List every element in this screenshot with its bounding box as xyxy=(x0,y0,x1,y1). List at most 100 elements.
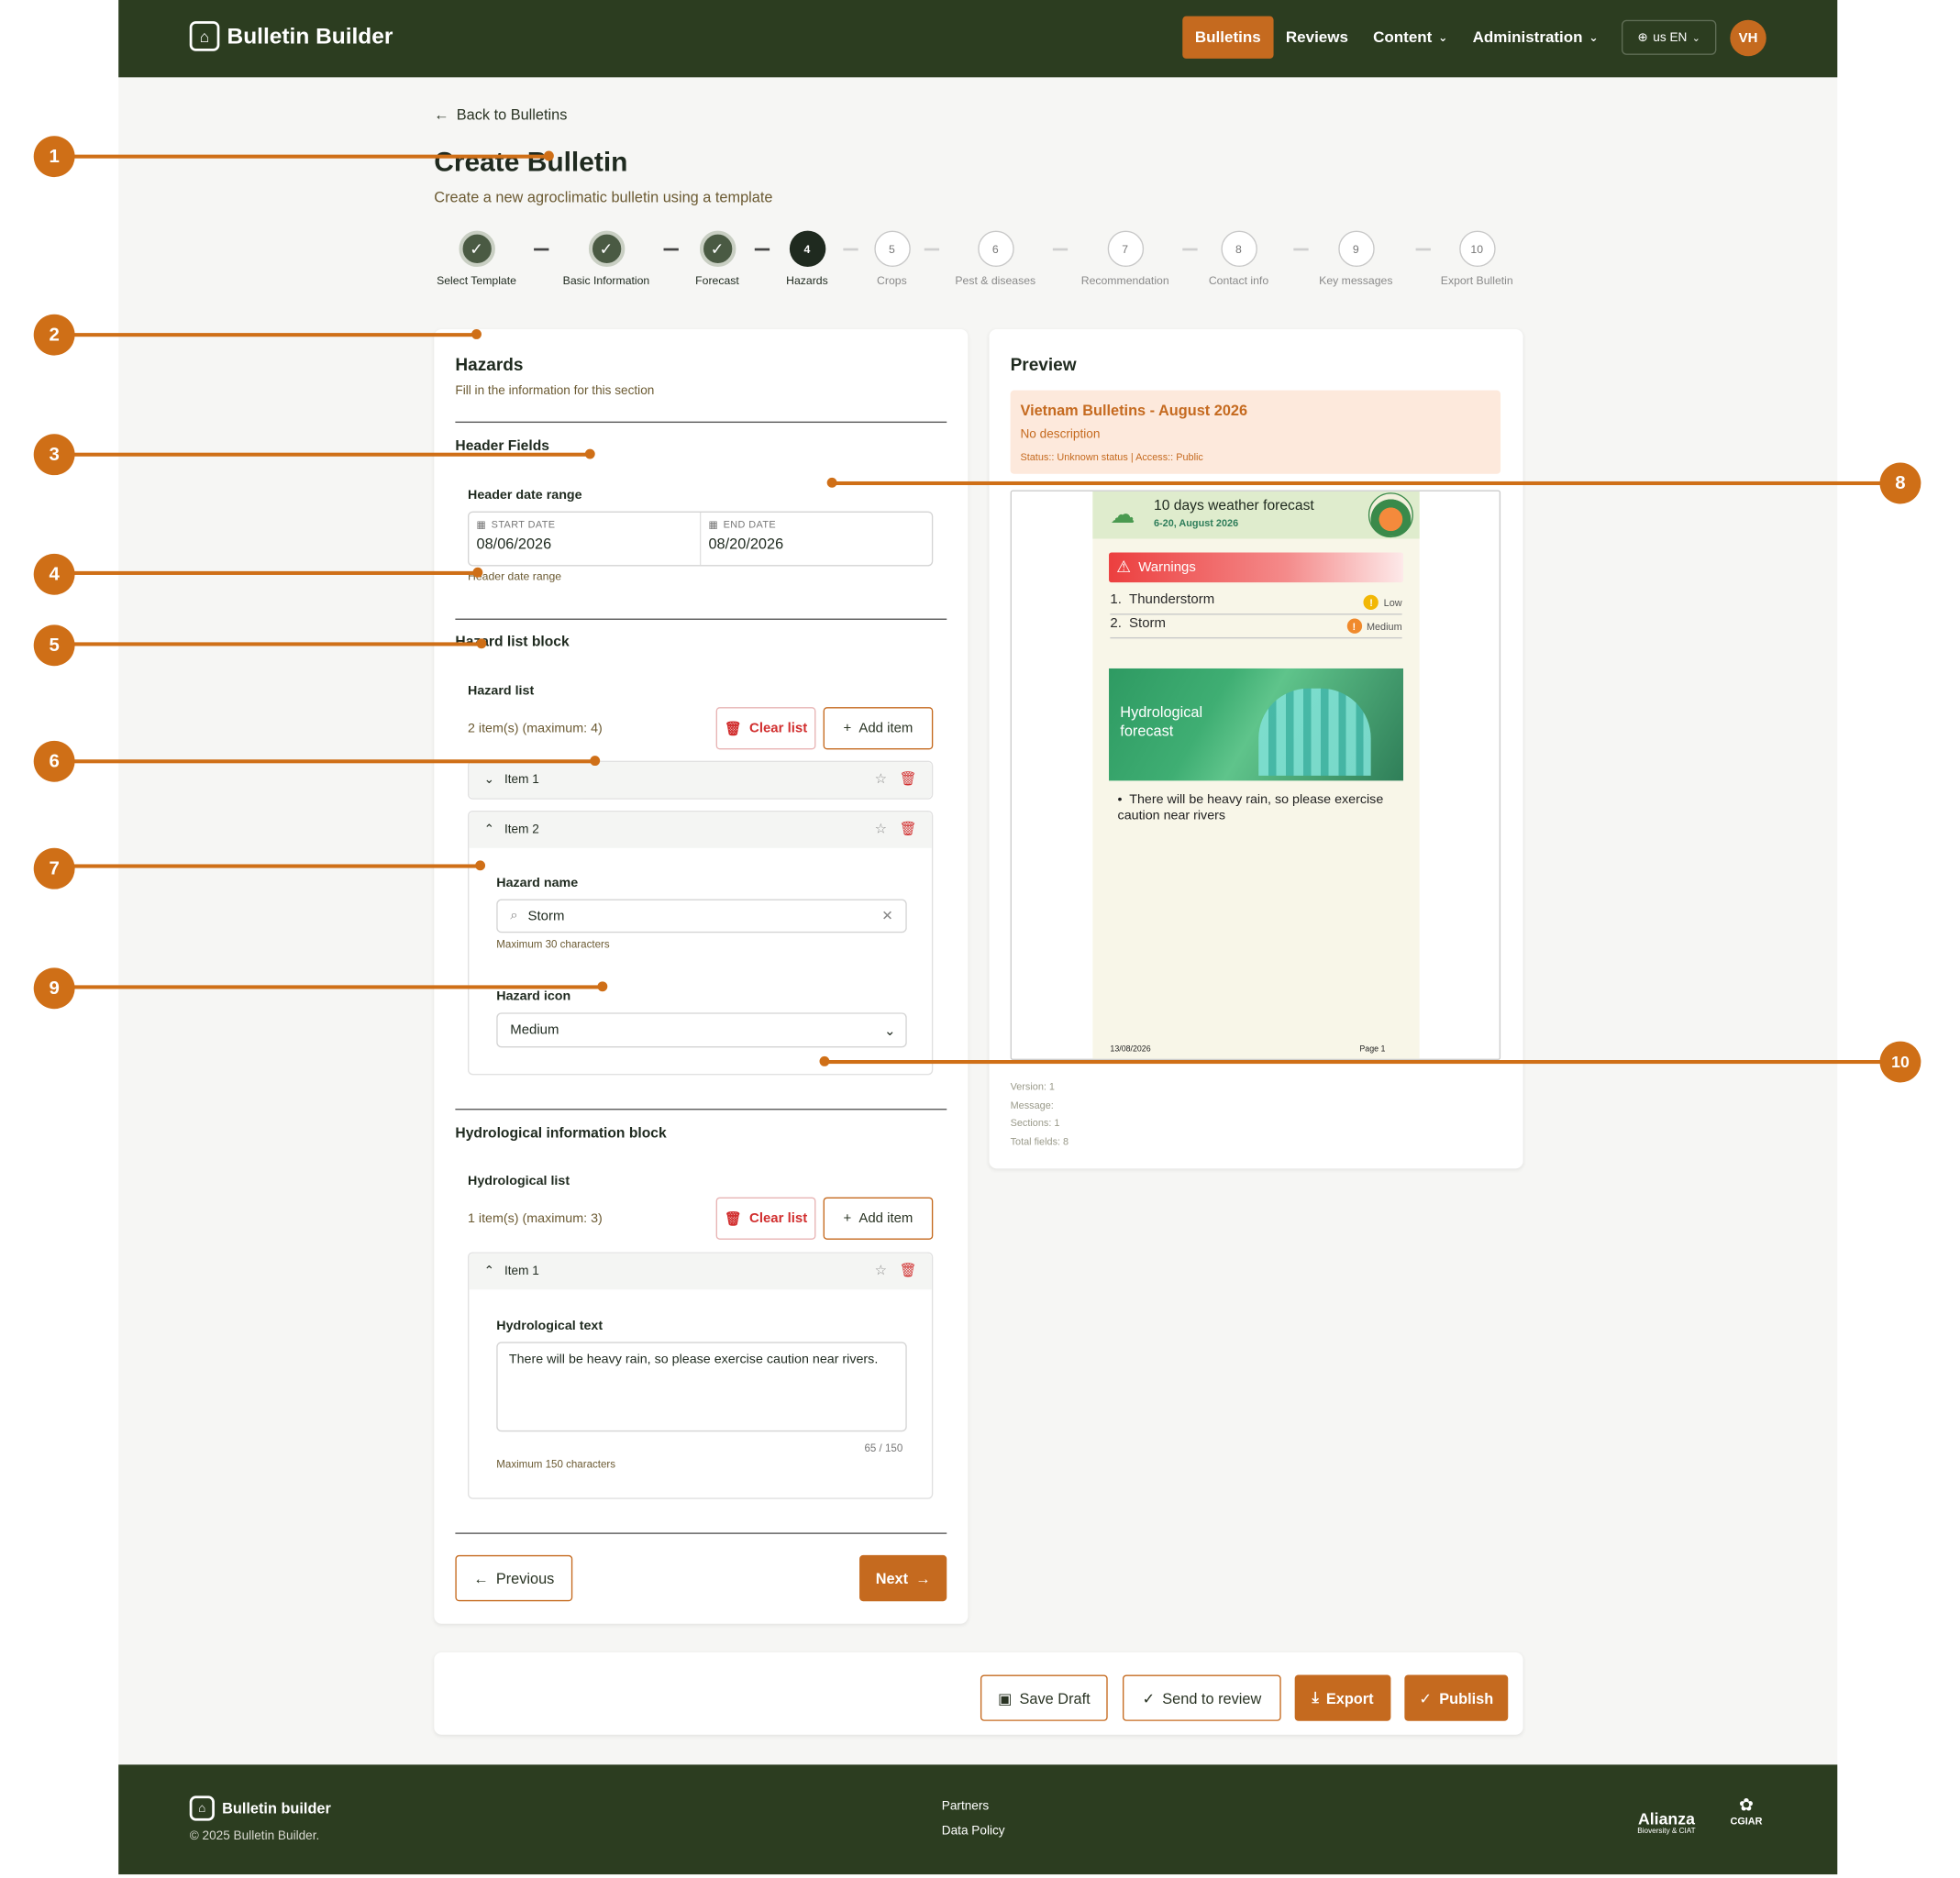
bulletin-status: Status:: Unknown status | Access:: Publi… xyxy=(1020,451,1203,463)
callout-leader xyxy=(54,570,477,575)
callout-pin xyxy=(471,329,482,339)
footer-link-data-policy[interactable]: Data Policy xyxy=(942,1825,1005,1839)
preview-title: Preview xyxy=(1010,354,1077,374)
arrow-left-icon: ← xyxy=(434,105,449,124)
bulletin-description: No description xyxy=(1020,427,1101,442)
star-icon[interactable]: ☆ xyxy=(875,821,887,836)
trash-icon[interactable]: 🗑 xyxy=(900,1262,917,1278)
trash-icon: 🗑 xyxy=(724,721,742,737)
step-forecast[interactable]: ✓ Forecast xyxy=(668,230,768,289)
divider xyxy=(455,1109,947,1110)
callout-pin xyxy=(472,567,483,578)
hydro-clear-list-button[interactable]: 🗑 Clear list xyxy=(715,1197,816,1240)
star-icon[interactable]: ☆ xyxy=(875,770,887,787)
callout-marker-5: 5 xyxy=(33,624,75,667)
section-title: Hazards xyxy=(455,354,524,374)
hydro-text-label: Hydrological text xyxy=(496,1318,604,1333)
doc-dates: 6-20, August 2026 xyxy=(1154,517,1239,529)
page-subtitle: Create a new agroclimatic bulletin using… xyxy=(434,188,773,206)
user-avatar[interactable]: VH xyxy=(1730,19,1766,57)
alert-badge-icon: ! xyxy=(1346,618,1362,634)
callout-leader xyxy=(54,452,592,457)
hydro-item-count: 1 item(s) (maximum: 3) xyxy=(468,1210,603,1226)
step-basic-information[interactable]: ✓ Basic Information xyxy=(557,230,657,289)
callout-marker-2: 2 xyxy=(33,314,75,356)
hazard-name-input[interactable]: ⌕ Storm ✕ xyxy=(496,899,907,933)
step-select-template[interactable]: ✓ Select Template xyxy=(426,230,526,289)
chevron-down-icon: ⌄ xyxy=(883,1022,896,1039)
footer-link-partners[interactable]: Partners xyxy=(942,1799,989,1813)
start-date-field[interactable]: ▦ START DATE 08/06/2026 xyxy=(469,513,700,565)
step-contact-info[interactable]: 8 Contact info xyxy=(1189,230,1289,289)
callout-marker-8: 8 xyxy=(1879,462,1921,504)
trash-icon[interactable]: 🗑 xyxy=(900,770,917,787)
callout-marker-1: 1 xyxy=(33,136,75,178)
export-button[interactable]: ⤓ Export xyxy=(1294,1674,1391,1721)
chevron-up-icon: ⌃ xyxy=(483,1265,495,1278)
step-connector xyxy=(534,248,549,250)
calendar-icon: ▦ xyxy=(476,518,487,530)
step-recommendation[interactable]: 7 Recommendation xyxy=(1075,230,1175,289)
check-circle-icon: ✓ xyxy=(588,230,625,268)
preview-info: Version: 1 Message: Sections: 1 Total fi… xyxy=(1010,1081,1069,1147)
callout-pin xyxy=(584,448,595,459)
previous-button[interactable]: ← Previous xyxy=(455,1554,573,1602)
warnings-banner: ⚠ Warnings xyxy=(1109,552,1403,583)
hazard-icon-label: Hazard icon xyxy=(496,989,571,1004)
hydro-forecast-bullet: • There will be heavy rain, so please ex… xyxy=(1117,791,1384,823)
callout-leader xyxy=(54,864,482,868)
rain-cloud-icon: ☁ xyxy=(1110,501,1135,529)
close-icon[interactable]: ✕ xyxy=(881,908,893,923)
check-circle-icon: ✓ xyxy=(1142,1689,1156,1707)
copyright: © 2025 Bulletin Builder. xyxy=(189,1829,320,1844)
step-key-messages[interactable]: 9 Key messages xyxy=(1306,230,1406,289)
nav-bulletins[interactable]: Bulletins xyxy=(1182,16,1274,59)
hydro-add-item-button[interactable]: + Add item xyxy=(823,1197,934,1240)
hazard-icon-select[interactable]: Medium ⌄ xyxy=(496,1012,907,1048)
publish-button[interactable]: ✓ Publish xyxy=(1404,1674,1509,1721)
hazard-name-hint: Maximum 30 characters xyxy=(496,937,610,951)
bulletin-title: Vietnam Bulletins - August 2026 xyxy=(1020,401,1248,419)
callout-marker-3: 3 xyxy=(33,434,75,476)
header-date-range-picker[interactable]: ▦ START DATE 08/06/2026 ▦ END DATE 08/20/2… xyxy=(468,511,934,567)
send-to-review-button[interactable]: ✓ Send to review xyxy=(1123,1674,1281,1721)
star-icon[interactable]: ☆ xyxy=(875,1262,887,1278)
callout-leader xyxy=(54,333,477,337)
brand-name: Bulletin Builder xyxy=(227,23,393,49)
hazard-clear-list-button[interactable]: 🗑 Clear list xyxy=(715,707,816,750)
next-button[interactable]: Next → xyxy=(859,1554,947,1602)
callout-marker-6: 6 xyxy=(33,740,75,782)
doc-footer-date: 13/08/2026 xyxy=(1110,1044,1151,1055)
calendar-icon: ▦ xyxy=(708,518,719,530)
step-crops[interactable]: 5 Crops xyxy=(842,230,942,289)
seal-logo-icon xyxy=(1368,492,1413,538)
trash-icon[interactable]: 🗑 xyxy=(900,821,917,836)
hydro-text-area[interactable]: There will be heavy rain, so please exer… xyxy=(496,1342,907,1432)
hydro-list-label: Hydrological list xyxy=(468,1173,570,1189)
nav-reviews[interactable]: Reviews xyxy=(1273,17,1360,59)
save-draft-button[interactable]: ▣ Save Draft xyxy=(980,1674,1108,1721)
callout-leader xyxy=(54,759,597,764)
plus-icon: + xyxy=(843,721,852,736)
callout-marker-7: 7 xyxy=(33,847,75,889)
app-shell: ⌂ Bulletin Builder Bulletins Reviews Con… xyxy=(118,0,1838,1875)
callout-pin xyxy=(826,477,837,488)
hazard-add-item-button[interactable]: + Add item xyxy=(823,707,934,750)
header-fields-title: Header Fields xyxy=(455,438,549,455)
cgiar-logo: ✿ CGIAR xyxy=(1730,1795,1763,1828)
hazard-item-1[interactable]: ⌄ Item 1 ☆ 🗑 xyxy=(468,760,934,800)
hazard-list-label: Hazard list xyxy=(468,683,535,699)
end-date-field[interactable]: ▦ END DATE 08/20/2026 xyxy=(699,512,932,566)
back-link[interactable]: ← Back to Bulletins xyxy=(434,106,567,124)
brand[interactable]: ⌂ Bulletin Builder xyxy=(189,21,393,51)
step-pest-diseases[interactable]: 6 Pest & diseases xyxy=(946,230,1046,289)
nav-content[interactable]: Content ⌄ xyxy=(1361,17,1460,59)
hazard-item-2-header[interactable]: ⌃ Item 2 ☆ 🗑 xyxy=(469,812,932,848)
check-circle-icon: ✓ xyxy=(1419,1689,1433,1707)
hydro-item-1-header[interactable]: ⌃ Item 1 ☆ 🗑 xyxy=(469,1253,932,1290)
hazard-item-1-header[interactable]: ⌄ Item 1 ☆ 🗑 xyxy=(469,761,932,799)
language-selector[interactable]: ⊕ us EN ⌄ xyxy=(1622,19,1717,55)
plus-icon: + xyxy=(843,1210,852,1226)
step-export-bulletin[interactable]: 10 Export Bulletin xyxy=(1427,230,1527,289)
nav-administration[interactable]: Administration ⌄ xyxy=(1460,17,1611,59)
